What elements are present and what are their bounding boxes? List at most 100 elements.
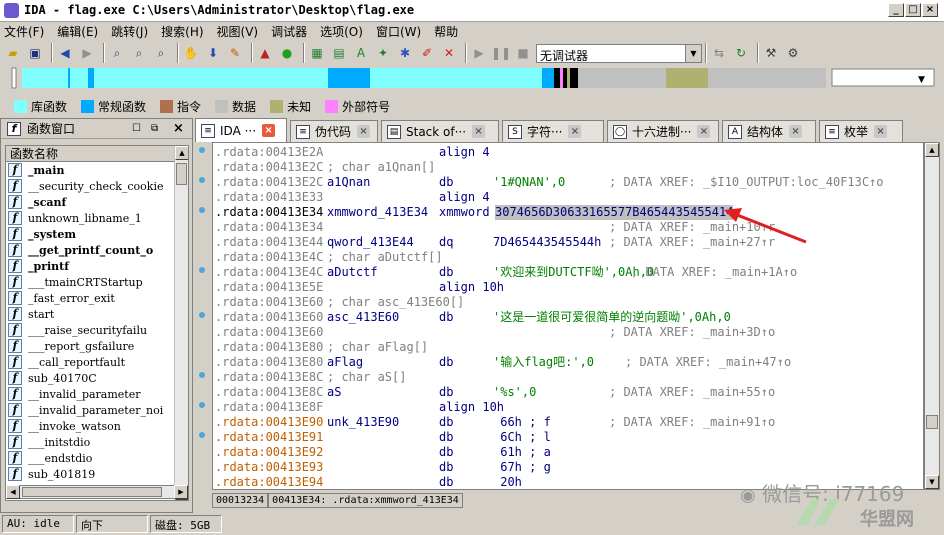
function-list-item[interactable]: f _main: [6, 162, 188, 178]
edit-icon[interactable]: ✐: [418, 44, 436, 62]
breakpoint-dot[interactable]: [199, 267, 205, 273]
restore-icon[interactable]: ☐: [132, 123, 141, 134]
tab-strings[interactable]: S 字符··· ×: [502, 120, 604, 142]
disassembly-line[interactable]: .rdata:00413E80; char aFlag[]: [213, 340, 923, 355]
menu-windows[interactable]: 窗口(W): [376, 23, 421, 40]
down-arrow-icon[interactable]: ⬇: [204, 44, 222, 62]
close-button[interactable]: ×: [922, 3, 938, 17]
maximize-button[interactable]: □: [905, 3, 921, 17]
scroll-thumb[interactable]: [926, 415, 938, 429]
functions-scrollbar[interactable]: ▲ ▼: [174, 146, 188, 500]
forward-arrow-icon[interactable]: ▶: [78, 44, 96, 62]
tools-icon[interactable]: ⚒: [762, 44, 780, 62]
xref-icon[interactable]: ✦: [374, 44, 392, 62]
breakpoint-dot[interactable]: [199, 402, 205, 408]
settings-icon[interactable]: ⚙: [784, 44, 802, 62]
scroll-down-icon[interactable]: ▼: [925, 475, 939, 489]
disassembly-line[interactable]: .rdata:00413E8C; char aS[]: [213, 370, 923, 385]
breakpoint-dot[interactable]: [199, 207, 205, 213]
function-list-item[interactable]: f start: [6, 306, 188, 322]
function-list-item[interactable]: f __invalid_parameter_noi: [6, 402, 188, 418]
search-immediate-icon[interactable]: ⌕: [152, 44, 170, 62]
menu-help[interactable]: 帮助: [434, 23, 458, 40]
breakpoint-icon[interactable]: ✱: [396, 44, 414, 62]
disassembly-line[interactable]: .rdata:00413E2A align 4: [213, 145, 923, 160]
disassembly-line[interactable]: .rdata:00413E4C aDutctf db '欢迎来到DUTCTF呦',0A…: [213, 265, 923, 280]
close-icon[interactable]: ×: [357, 125, 371, 138]
function-list-item[interactable]: f ___tmainCRTStartup: [6, 274, 188, 290]
disassembly-scrollbar[interactable]: ▲ ▼: [924, 142, 940, 490]
disassembly-line[interactable]: .rdata:00413E60 asc_413E60 db '这是一道很可爱很简单的逆…: [213, 310, 923, 325]
xref-comment[interactable]: ; DATA XREF: _$I10_OUTPUT:loc_40F13C↑o: [609, 175, 884, 190]
functions-column-header[interactable]: 函数名称: [6, 146, 188, 162]
navigation-band[interactable]: ▼: [0, 66, 944, 90]
disassembly-line[interactable]: .rdata:00413E92 db 61h ; a: [213, 445, 923, 460]
tab-hex[interactable]: ◯ 十六进制··· ×: [607, 120, 719, 142]
disassembly-line[interactable]: .rdata:00413E91 db 6Ch ; l: [213, 430, 923, 445]
play-icon[interactable]: ▶: [470, 44, 488, 62]
xref-comment[interactable]: ; DATA XREF: _main+91↑o: [609, 415, 775, 430]
disassembly-line[interactable]: .rdata:00413E60; char asc_413E60[]: [213, 295, 923, 310]
float-icon[interactable]: ⧉: [151, 123, 158, 134]
tab-pseudocode[interactable]: ≡ 伪代码 ×: [290, 120, 378, 142]
delete-x-icon[interactable]: ✕: [440, 44, 458, 62]
scroll-left-icon[interactable]: ◀: [6, 485, 20, 499]
function-list-item[interactable]: f __get_printf_count_o: [6, 242, 188, 258]
disassembly-line[interactable]: .rdata:00413E4C; char aDutctf[]: [213, 250, 923, 265]
breakpoint-dot[interactable]: [199, 312, 205, 318]
disassembly-line[interactable]: .rdata:00413E2C a1Qnan db '1#QNAN',0 ; DATA …: [213, 175, 923, 190]
function-list-item[interactable]: f _printf: [6, 258, 188, 274]
navigation-band-graphic[interactable]: ▼: [0, 66, 944, 90]
disassembly-line[interactable]: .rdata:00413E80 aFlag db '输入flag吧:',0 ; DATA…: [213, 355, 923, 370]
tab-enums[interactable]: ≡ 枚举 ×: [819, 120, 903, 142]
breakpoint-dot[interactable]: [199, 177, 205, 183]
scroll-thumb[interactable]: [176, 163, 187, 185]
disassembly-line[interactable]: .rdata:00413E90 unk_413E90 db 66h ; f ; DAT…: [213, 415, 923, 430]
run-green-icon[interactable]: ●: [278, 44, 296, 62]
disassembly-line[interactable]: .rdata:00413E8F align 10h: [213, 400, 923, 415]
breakpoint-dot[interactable]: [199, 372, 205, 378]
menu-edit[interactable]: 编辑(E): [57, 23, 98, 40]
disassembly-line[interactable]: .rdata:00413E93 db 67h ; g: [213, 460, 923, 475]
disassembly-line[interactable]: .rdata:00413E8C aS db '%s',0 ; DATA XREF: _m…: [213, 385, 923, 400]
tab-ida-view[interactable]: ≡ IDA ··· ×: [195, 118, 287, 142]
xref-comment[interactable]: ; DATA XREF: _main+47↑o: [625, 355, 791, 370]
function-list-item[interactable]: f __invalid_parameter: [6, 386, 188, 402]
refresh-icon[interactable]: ↻: [732, 44, 750, 62]
close-icon[interactable]: ×: [568, 125, 582, 138]
text-add-icon[interactable]: A: [352, 44, 370, 62]
function-list-item[interactable]: f _scanf: [6, 194, 188, 210]
close-icon[interactable]: ×: [789, 125, 803, 138]
hex-add-icon[interactable]: ▦: [308, 44, 326, 62]
disassembly-line[interactable]: .rdata:00413E60 ; DATA XREF: _main+3D↑o: [213, 325, 923, 340]
close-icon[interactable]: ×: [697, 125, 711, 138]
chevron-down-icon[interactable]: ▼: [685, 44, 701, 62]
disassembly-line[interactable]: .rdata:00413E2C; char a1Qnan[]: [213, 160, 923, 175]
breakpoint-dot[interactable]: [199, 147, 205, 153]
function-list-item[interactable]: f __security_check_cookie: [6, 178, 188, 194]
pause-icon[interactable]: ❚❚: [491, 44, 511, 62]
close-icon[interactable]: ×: [874, 125, 888, 138]
disassembly-line[interactable]: .rdata:00413E5E align 10h: [213, 280, 923, 295]
scroll-up-icon[interactable]: ▲: [175, 146, 188, 160]
function-list-item[interactable]: f unknown_libname_1: [6, 210, 188, 226]
tab-structures[interactable]: A 结构体 ×: [722, 120, 816, 142]
close-icon[interactable]: ×: [472, 125, 486, 138]
breakpoint-dot[interactable]: [199, 432, 205, 438]
graph-red-icon[interactable]: ▲: [256, 44, 274, 62]
function-list-item[interactable]: f __call_reportfault: [6, 354, 188, 370]
debugger-select[interactable]: 无调试器 ▼: [536, 43, 702, 63]
menu-view[interactable]: 视图(V): [217, 23, 259, 40]
hscroll-thumb[interactable]: [22, 487, 162, 497]
function-list-item[interactable]: f ___initstdio: [6, 434, 188, 450]
menu-options[interactable]: 选项(O): [320, 23, 363, 40]
menu-debugger[interactable]: 调试器: [271, 23, 307, 40]
xref-comment[interactable]: ; DATA XREF: _main+55↑o: [609, 385, 775, 400]
disassembly-view[interactable]: .rdata:00413E2A align 4 .rdata:00413E2C; c…: [212, 142, 924, 490]
struct-add-icon[interactable]: ▤: [330, 44, 348, 62]
hand-icon[interactable]: ✋: [182, 44, 200, 62]
open-folder-icon[interactable]: ▰: [4, 44, 22, 62]
search-binary-icon[interactable]: ⌕: [108, 44, 126, 62]
menu-jump[interactable]: 跳转(J): [111, 23, 148, 40]
function-list-item[interactable]: f ___report_gsfailure: [6, 338, 188, 354]
